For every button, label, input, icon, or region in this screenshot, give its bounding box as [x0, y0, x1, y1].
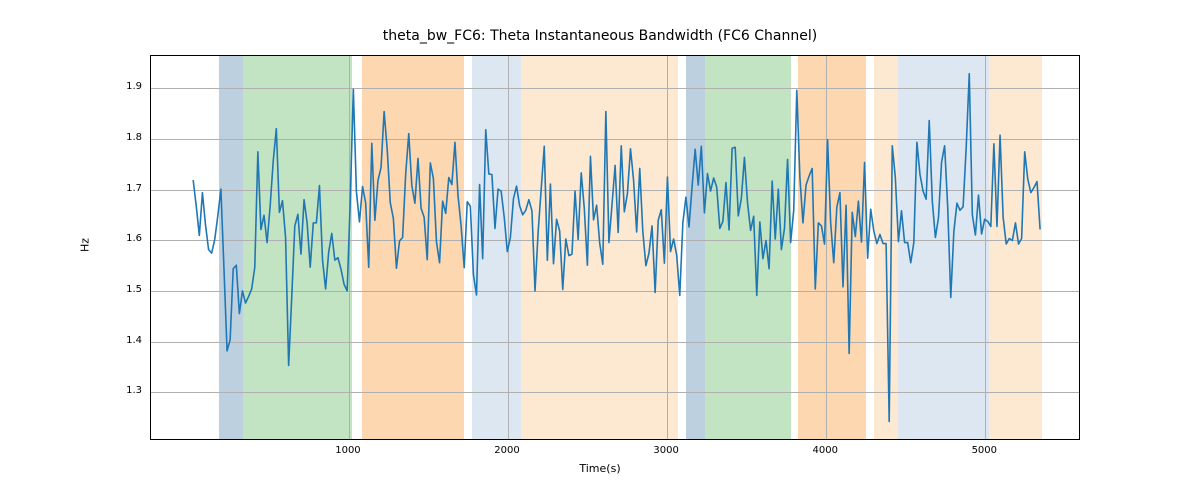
y-tick-label: 1.8 [110, 132, 142, 143]
line-series [151, 56, 1079, 439]
data-line [193, 74, 1040, 422]
x-tick-label: 2000 [487, 445, 527, 456]
x-tick-label: 4000 [805, 445, 845, 456]
y-tick-label: 1.6 [110, 233, 142, 244]
x-axis-label: Time(s) [0, 462, 1200, 475]
chart-title: theta_bw_FC6: Theta Instantaneous Bandwi… [0, 28, 1200, 44]
y-axis-label: Hz [79, 238, 92, 252]
y-tick-label: 1.3 [110, 385, 142, 396]
plot-area [150, 55, 1080, 440]
x-tick-label: 5000 [964, 445, 1004, 456]
y-tick-label: 1.5 [110, 284, 142, 295]
y-tick-label: 1.7 [110, 183, 142, 194]
y-tick-label: 1.9 [110, 81, 142, 92]
x-tick-label: 3000 [646, 445, 686, 456]
x-tick-label: 1000 [328, 445, 368, 456]
figure: theta_bw_FC6: Theta Instantaneous Bandwi… [0, 0, 1200, 500]
y-tick-label: 1.4 [110, 335, 142, 346]
